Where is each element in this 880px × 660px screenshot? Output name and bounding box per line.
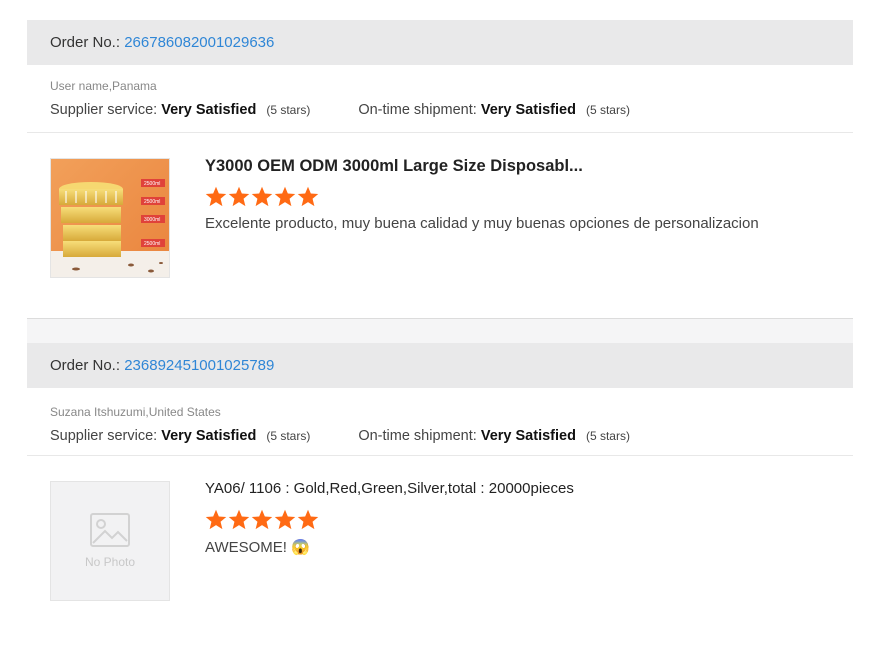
shipment-value: Very Satisfied	[480, 102, 576, 118]
star-rating	[205, 509, 574, 530]
order-header: Order No.: 266786082001029636	[27, 20, 853, 65]
shipment-label: On-time shipment:	[358, 428, 477, 444]
order-number-link[interactable]: 236892451001025789	[124, 357, 274, 374]
product-title[interactable]: Y3000 OEM ODM 3000ml Large Size Disposab…	[205, 157, 759, 175]
supplier-service-stars: (5 stars)	[266, 429, 311, 443]
supplier-service-label: Supplier service:	[50, 102, 158, 118]
thumb-label: 2500ml	[144, 181, 160, 187]
review-meta: User name,Panama Supplier service: Very …	[27, 65, 853, 133]
supplier-service-value: Very Satisfied	[161, 428, 257, 444]
review-comment: Excelente producto, muy buena calidad y …	[205, 215, 759, 232]
supplier-service-label: Supplier service:	[50, 428, 158, 444]
no-photo-text: No Photo	[84, 555, 136, 569]
service-ratings: Supplier service: Very Satisfied (5 stars…	[50, 428, 853, 444]
order-number-link[interactable]: 266786082001029636	[124, 34, 274, 51]
star-icon	[228, 186, 250, 207]
service-ratings: Supplier service: Very Satisfied (5 stars…	[50, 102, 853, 118]
thumb-label: 3000ml	[144, 217, 160, 223]
thumb-label: 2500ml	[144, 241, 160, 247]
image-placeholder-icon	[90, 513, 130, 547]
review-separator	[27, 318, 853, 344]
star-rating	[205, 186, 759, 207]
product-title[interactable]: YA06/ 1106 : Gold,Red,Green,Silver,total…	[205, 480, 574, 498]
product-row: 2500ml 2500ml 3000ml 2500ml Y3000 OEM OD…	[27, 133, 853, 278]
star-icon	[205, 186, 227, 207]
product-thumbnail[interactable]: 2500ml 2500ml 3000ml 2500ml	[50, 158, 170, 278]
order-header: Order No.: 236892451001025789	[27, 343, 853, 388]
star-icon	[274, 509, 296, 530]
shipment-stars: (5 stars)	[585, 103, 630, 117]
star-icon	[205, 509, 227, 530]
star-icon	[297, 186, 319, 207]
shipment-stars: (5 stars)	[585, 429, 630, 443]
thumb-label: 2500ml	[144, 199, 160, 205]
order-label: Order No.:	[50, 357, 121, 374]
review-card: Order No.: 266786082001029636 User name,…	[27, 20, 853, 278]
buyer-name: User name,Panama	[50, 79, 157, 93]
star-icon	[228, 509, 250, 530]
product-image: 2500ml 2500ml 3000ml 2500ml	[51, 159, 169, 277]
star-icon	[274, 186, 296, 207]
no-photo-placeholder: No Photo	[51, 482, 169, 600]
shipment-value: Very Satisfied	[480, 428, 576, 444]
buyer-name: Suzana Itshuzumi,United States	[50, 405, 221, 419]
review-meta: Suzana Itshuzumi,United States Supplier …	[27, 388, 853, 456]
shipment-label: On-time shipment:	[358, 102, 477, 118]
supplier-service-value: Very Satisfied	[161, 102, 257, 118]
star-icon	[251, 186, 273, 207]
review-comment: AWESOME! 😱	[205, 539, 310, 556]
order-label: Order No.:	[50, 34, 121, 51]
supplier-service-stars: (5 stars)	[266, 103, 311, 117]
product-row: No Photo YA06/ 1106 : Gold,Red,Green,Sil…	[27, 456, 853, 601]
review-card: Order No.: 236892451001025789 Suzana Its…	[27, 343, 853, 601]
star-icon	[251, 509, 273, 530]
product-thumbnail[interactable]: No Photo	[50, 481, 170, 601]
star-icon	[297, 509, 319, 530]
